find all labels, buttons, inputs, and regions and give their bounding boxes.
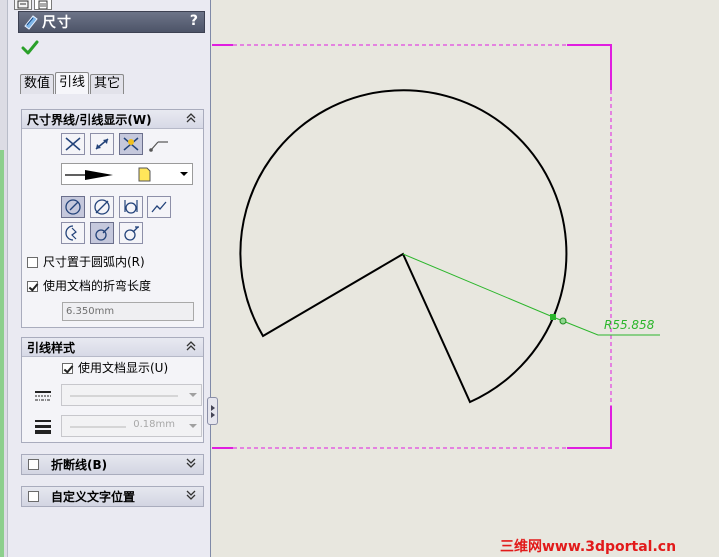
leader-display-title: 尺寸界线/引线显示(W) [27, 112, 152, 127]
break-line-header[interactable]: 折断线(B) [22, 455, 203, 474]
help-button[interactable]: ? [190, 13, 198, 29]
expand-down-icon[interactable] [185, 457, 197, 469]
outside-arrows-button[interactable] [61, 133, 85, 155]
doc-display-option[interactable]: 使用文档显示(U) [62, 361, 168, 375]
leader-display-header[interactable]: 尺寸界线/引线显示(W) [22, 110, 203, 129]
view-frame [212, 44, 612, 449]
line-style-select[interactable] [61, 384, 202, 406]
property-list-icon [38, 0, 48, 9]
inside-arrows-button[interactable] [90, 133, 114, 155]
doc-bend-option[interactable]: 使用文档的折弯长度 [27, 279, 151, 293]
diameter-leader-button[interactable] [90, 196, 114, 218]
document-icon [138, 167, 151, 182]
break-line-title: 折断线(B) [51, 458, 108, 472]
bend-length-field: 6.350mm [62, 302, 194, 321]
open-leader-button[interactable] [90, 222, 114, 244]
arrow-style-select[interactable] [61, 163, 193, 185]
property-manager-panel: 尺寸 ? 数值 引线 其它 尺寸界线/引线显示(W) 尺寸置于圆弧内(R) 使用… [0, 0, 211, 557]
leader-style-group: 引线样式 使用文档显示(U) 0.18mm [21, 337, 204, 443]
ok-check-icon[interactable] [21, 39, 39, 57]
outside-arrows-icon [65, 137, 81, 151]
radius-dimension-text[interactable]: R55.858 [604, 318, 654, 332]
break-line-checkbox[interactable] [28, 459, 39, 470]
line-weight-select[interactable]: 0.18mm [61, 415, 202, 437]
leader-style-title: 引线样式 [27, 340, 76, 355]
leader-style-icon[interactable] [149, 138, 169, 152]
jogged-leader-button[interactable] [61, 222, 85, 244]
expand-down-icon[interactable] [185, 489, 197, 501]
tab-value[interactable]: 数值 [20, 74, 55, 94]
sketch-profile[interactable] [239, 89, 568, 404]
property-manager-tab[interactable] [34, 0, 52, 10]
tab-other[interactable]: 其它 [90, 74, 125, 94]
custom-text-position-header[interactable]: 自定义文字位置 [22, 487, 203, 506]
linear-leader-icon [124, 200, 138, 214]
sketch-canvas[interactable] [212, 0, 719, 557]
collapse-up-icon[interactable] [185, 112, 197, 124]
foreshortened-icon [151, 201, 167, 213]
line-weight-preview [70, 426, 126, 428]
leader-display-group: 尺寸界线/引线显示(W) 尺寸置于圆弧内(R) 使用文档的折弯长度 6.350m… [21, 109, 204, 328]
doc-bend-checkbox[interactable] [27, 280, 38, 292]
line-style-icon [35, 391, 51, 401]
diameter-leader-icon [94, 199, 110, 215]
panel-title-bar: 尺寸 ? [18, 11, 205, 33]
break-line-group: 折断线(B) [21, 454, 204, 475]
dimension-point-handle[interactable] [550, 314, 556, 320]
arrow-style-icon [65, 170, 113, 180]
smart-arrows-icon [123, 137, 139, 151]
panel-green-bar [0, 150, 4, 557]
collapse-up-icon[interactable] [185, 340, 197, 352]
custom-text-position-title: 自定义文字位置 [51, 490, 136, 504]
custom-text-position-group: 自定义文字位置 [21, 486, 204, 507]
radial-leader-icon [65, 199, 81, 215]
tab-leaders[interactable]: 引线 [55, 72, 90, 94]
property-tabs: 数值 引线 其它 [20, 72, 125, 94]
chevron-down-icon [177, 168, 190, 181]
jogged-leader-icon [65, 225, 77, 241]
smart-arrows-button[interactable] [119, 133, 143, 155]
line-weight-icon [35, 420, 51, 434]
doc-bend-label: 使用文档的折弯长度 [43, 279, 152, 293]
manager-tabs [14, 0, 52, 10]
line-style-preview [70, 395, 178, 397]
feature-tree-icon [17, 0, 29, 9]
chevron-down-icon [186, 389, 199, 402]
line-weight-value: 0.18mm [133, 419, 175, 430]
dimension-icon [24, 15, 38, 30]
underline-leader-button[interactable] [119, 222, 143, 244]
chevron-down-icon [186, 420, 199, 433]
radial-leader-button[interactable] [61, 196, 85, 218]
linear-leader-button[interactable] [119, 196, 143, 218]
graphics-area[interactable] [212, 0, 719, 557]
open-leader-icon [95, 226, 110, 241]
custom-text-position-checkbox[interactable] [28, 491, 39, 502]
inside-arc-label: 尺寸置于圆弧内(R) [43, 255, 145, 269]
doc-display-label: 使用文档显示(U) [78, 361, 169, 375]
leader-style-header[interactable]: 引线样式 [22, 338, 203, 357]
foreshortened-button[interactable] [147, 196, 171, 218]
doc-display-checkbox[interactable] [62, 362, 73, 374]
watermark-text: 三维网www.3dportal.cn [500, 539, 677, 555]
inside-arrows-icon [95, 138, 109, 150]
underline-leader-icon [124, 226, 139, 241]
inside-arc-option[interactable]: 尺寸置于圆弧内(R) [27, 255, 145, 269]
feature-manager-tab[interactable] [14, 0, 32, 10]
panel-title: 尺寸 [42, 15, 72, 31]
leader-drag-handle[interactable] [559, 317, 567, 325]
inside-arc-checkbox[interactable] [27, 256, 38, 268]
